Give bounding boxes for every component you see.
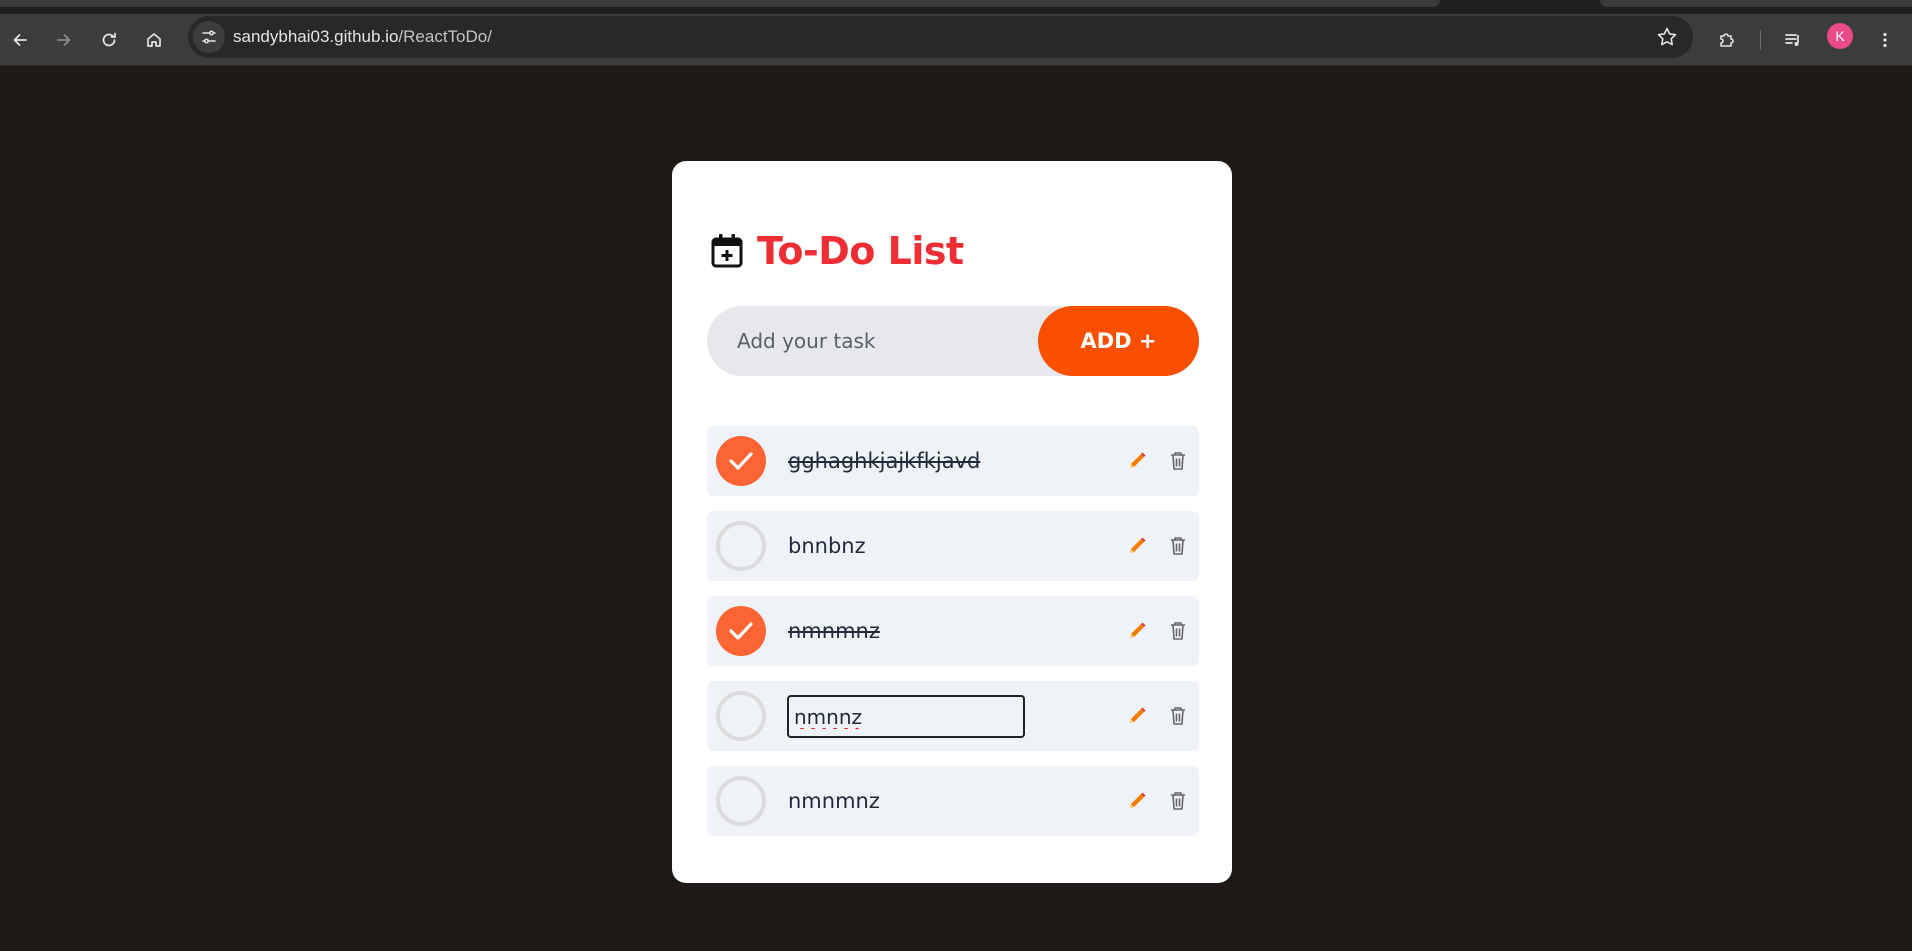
home-button[interactable] <box>136 22 172 58</box>
checkmark-icon <box>729 452 753 470</box>
list-item: nmnmnz <box>707 596 1199 666</box>
trash-icon[interactable] <box>1168 535 1188 557</box>
todo-text[interactable]: gghaghkjajkfkjavd <box>788 426 980 496</box>
queue-music-icon <box>1785 34 1799 46</box>
header: To-Do List <box>710 229 964 273</box>
list-item: gghaghkjajkfkjavd <box>707 426 1199 496</box>
url-text[interactable]: sandybhai03.github.io/ReactToDo/ <box>233 27 492 47</box>
arrow-left-icon <box>13 34 27 46</box>
trash-icon[interactable] <box>1168 620 1188 642</box>
browser-toolbar: sandybhai03.github.io/ReactToDo/ K <box>0 14 1912 66</box>
pencil-icon[interactable] <box>1126 705 1148 727</box>
trash-icon[interactable] <box>1168 790 1188 812</box>
bookmark-star-icon[interactable] <box>1655 25 1679 49</box>
address-bar[interactable]: sandybhai03.github.io/ReactToDo/ <box>188 16 1693 58</box>
extensions-button[interactable] <box>1709 22 1745 58</box>
pencil-icon[interactable] <box>1126 450 1148 472</box>
puzzle-icon <box>1720 33 1734 47</box>
tab[interactable] <box>1600 0 1912 7</box>
list-item: bnnbnz <box>707 511 1199 581</box>
profile-avatar[interactable]: K <box>1827 23 1853 49</box>
task-input[interactable] <box>737 306 1037 376</box>
toolbar-divider <box>1760 30 1761 50</box>
list-item <box>707 681 1199 751</box>
pencil-icon[interactable] <box>1126 620 1148 642</box>
tab[interactable] <box>0 0 1440 7</box>
calendar-add-icon <box>711 234 743 268</box>
todo-card: To-Do List ADD + gghaghkjajkfkjavd bnnbn… <box>672 161 1232 883</box>
home-icon <box>147 33 161 47</box>
reload-icon <box>102 32 116 47</box>
menu-button[interactable] <box>1867 22 1903 58</box>
tune-icon <box>202 30 216 44</box>
todo-list: gghaghkjajkfkjavd bnnbnz nmnmnz nmnnz nm… <box>707 426 1199 851</box>
todo-text[interactable]: nmnmnz <box>788 766 880 836</box>
todo-text[interactable]: nmnmnz <box>788 596 880 666</box>
url-path: /ReactToDo/ <box>398 27 492 46</box>
url-host: sandybhai03.github.io <box>233 27 399 46</box>
back-button[interactable] <box>2 22 38 58</box>
complete-toggle[interactable] <box>716 521 766 571</box>
reload-button[interactable] <box>91 22 127 58</box>
complete-toggle[interactable] <box>716 691 766 741</box>
checkmark-icon <box>729 622 753 640</box>
more-vertical-icon <box>1883 32 1887 48</box>
forward-button[interactable] <box>46 22 82 58</box>
profile-initial: K <box>1835 28 1845 44</box>
list-item: nmnmnz <box>707 766 1199 836</box>
complete-toggle[interactable] <box>716 776 766 826</box>
page-title: To-Do List <box>757 229 964 273</box>
complete-toggle[interactable] <box>716 606 766 656</box>
pencil-icon[interactable] <box>1126 535 1148 557</box>
trash-icon[interactable] <box>1168 450 1188 472</box>
add-task-row: ADD + <box>707 306 1199 376</box>
complete-toggle[interactable] <box>716 436 766 486</box>
media-control-button[interactable] <box>1775 22 1811 58</box>
arrow-right-icon <box>57 34 71 46</box>
trash-icon[interactable] <box>1168 705 1188 727</box>
todo-text[interactable]: bnnbnz <box>788 511 866 581</box>
add-button[interactable]: ADD + <box>1038 306 1199 376</box>
tab-strip-area <box>0 0 1912 14</box>
pencil-icon[interactable] <box>1126 790 1148 812</box>
site-info-button[interactable] <box>193 21 225 53</box>
edit-task-input[interactable] <box>787 695 1025 738</box>
